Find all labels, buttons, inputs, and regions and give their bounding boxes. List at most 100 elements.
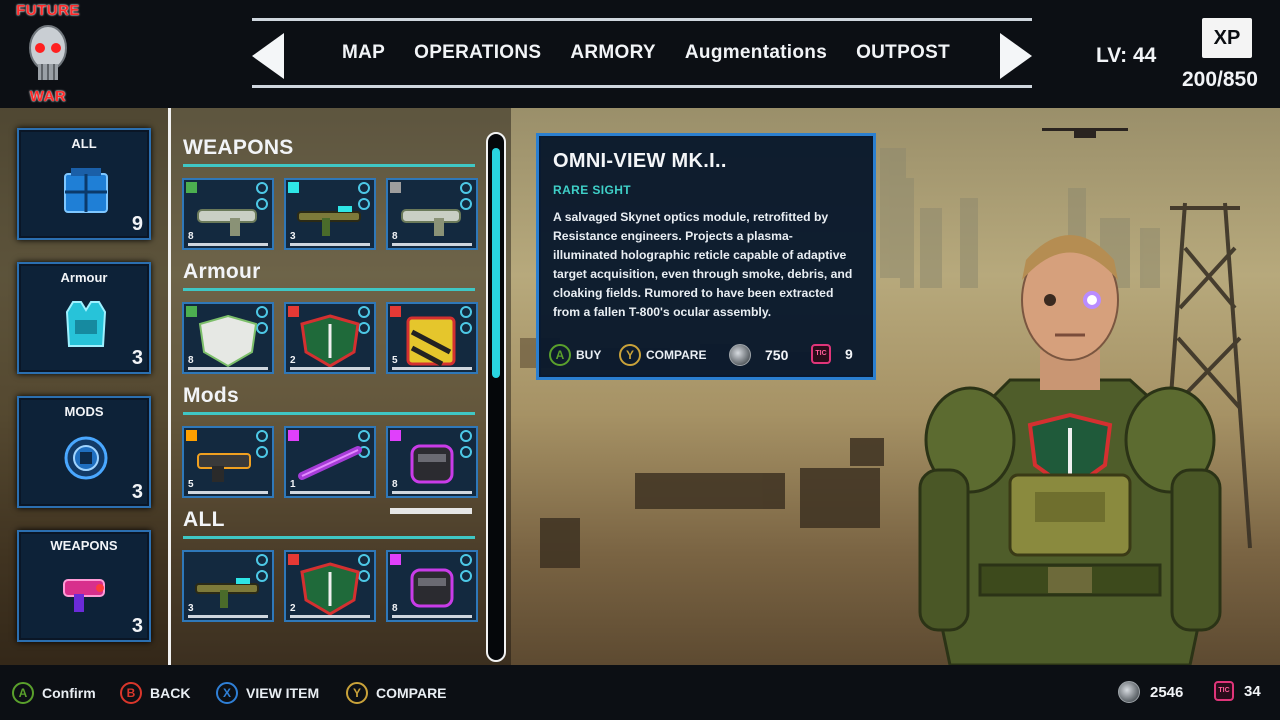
- rifle-icon: [195, 578, 259, 608]
- hint-confirm[interactable]: A Confirm: [12, 682, 96, 704]
- compare-button[interactable]: Y COMPARE: [619, 344, 706, 366]
- wallet-coins-value: 2546: [1150, 683, 1184, 701]
- coin-icon: [729, 344, 751, 366]
- selection-indicator: [390, 508, 472, 514]
- tic-icon: TIC: [1214, 681, 1234, 701]
- item-durability-bar: [188, 615, 268, 618]
- inventory-item[interactable]: 8: [386, 426, 478, 498]
- hint-compare[interactable]: Y COMPARE: [346, 682, 447, 704]
- nav-prev-button[interactable]: [252, 33, 288, 79]
- scrollbar-thumb[interactable]: [492, 148, 500, 378]
- item-detail-panel: OMNI-VIEW MK.I.. RARE SIGHT A salvaged S…: [536, 133, 876, 380]
- section-divider: [183, 412, 475, 415]
- hint-back[interactable]: B BACK: [120, 682, 190, 704]
- category-all[interactable]: ALL 9: [17, 128, 151, 240]
- item-durability-bar: [290, 491, 370, 494]
- inventory-item[interactable]: 3: [284, 178, 376, 250]
- price-coins-value: 750: [765, 347, 789, 363]
- inventory-item[interactable]: 8: [182, 178, 274, 250]
- skull-icon: [29, 25, 67, 80]
- inventory-scrollbar[interactable]: [486, 132, 506, 662]
- y-button-icon: Y: [619, 344, 641, 366]
- item-durability-bar: [290, 243, 370, 246]
- hint-view-item-label: VIEW ITEM: [246, 685, 320, 701]
- tic-icon: TIC: [811, 344, 831, 364]
- shotgun-icon: [401, 209, 461, 236]
- item-count: 5: [392, 355, 398, 366]
- price-tic-value: 9: [845, 346, 853, 362]
- tab-augmentations[interactable]: Augmentations: [685, 42, 827, 64]
- section-title-armour: Armour: [183, 260, 261, 283]
- category-count: 3: [131, 615, 143, 637]
- compare-label: COMPARE: [646, 348, 707, 362]
- inventory-item[interactable]: 8: [386, 178, 478, 250]
- arrow-left-icon: [252, 33, 284, 79]
- inventory-item[interactable]: 8: [182, 302, 274, 374]
- inventory-item[interactable]: 1: [284, 426, 376, 498]
- top-bar: FUTURE WAR MAP OPERATIONS ARMORY Augment…: [0, 0, 1280, 108]
- category-weapons[interactable]: WEAPONS 3: [17, 530, 151, 642]
- inventory-panel: WEAPONS Armour Mods ALL 8 3 8 8 2 5 5 1 8 3 2 8: [171, 108, 511, 665]
- section-title-weapons: WEAPONS: [183, 136, 294, 159]
- hint-back-label: BACK: [150, 685, 191, 701]
- section-title-all: ALL: [183, 508, 225, 531]
- nav-next-button[interactable]: [996, 33, 1032, 79]
- tab-map[interactable]: MAP: [342, 42, 385, 64]
- section-divider: [183, 288, 475, 291]
- item-count: 5: [188, 479, 194, 490]
- buy-button[interactable]: A BUY: [549, 344, 601, 366]
- a-button-icon: A: [12, 682, 34, 704]
- hint-view-item[interactable]: X VIEW ITEM: [216, 682, 319, 704]
- item-durability-bar: [290, 615, 370, 618]
- soldier-character: [918, 235, 1222, 665]
- item-durability-bar: [392, 243, 472, 246]
- shotgun-icon: [197, 209, 257, 236]
- category-armour[interactable]: Armour 3: [17, 262, 151, 374]
- arrow-right-icon: [1000, 33, 1032, 79]
- item-rarity: RARE SIGHT: [553, 183, 632, 197]
- tab-operations[interactable]: OPERATIONS: [414, 42, 541, 64]
- inventory-item[interactable]: 2: [284, 302, 376, 374]
- item-durability-bar: [188, 367, 268, 370]
- inventory-item[interactable]: 8: [386, 550, 478, 622]
- tab-outpost[interactable]: OUTPOST: [856, 42, 950, 64]
- wallet-tic: TIC 34: [1214, 681, 1261, 701]
- wallet-tic-value: 34: [1244, 682, 1261, 700]
- section-divider: [183, 536, 475, 539]
- item-actions: A BUY Y COMPARE 750 TIC 9: [549, 344, 869, 370]
- inventory-item[interactable]: 5: [386, 302, 478, 374]
- category-label: ALL: [71, 136, 97, 151]
- item-count: 8: [188, 355, 194, 366]
- tab-armory[interactable]: ARMORY: [570, 42, 656, 64]
- item-durability-bar: [392, 367, 472, 370]
- inventory-item[interactable]: 5: [182, 426, 274, 498]
- scope-mod-icon: [410, 444, 454, 484]
- item-count: 3: [188, 603, 194, 614]
- item-durability-bar: [290, 367, 370, 370]
- category-label: Armour: [60, 270, 108, 285]
- x-button-icon: X: [216, 682, 238, 704]
- item-count: 2: [290, 603, 296, 614]
- category-label: MODS: [64, 404, 104, 419]
- hint-compare-label: COMPARE: [376, 685, 447, 701]
- vest-icon: [65, 301, 107, 347]
- b-button-icon: B: [120, 682, 142, 704]
- category-column: ALL 9 Armour 3 MODS 3 WEAPONS 3: [0, 108, 168, 665]
- wallet-coins: 2546: [1118, 681, 1183, 703]
- price-tic: TIC 9: [811, 344, 853, 364]
- logo-line-2: WAR: [29, 88, 67, 105]
- category-mods[interactable]: MODS 3: [17, 396, 151, 508]
- hazard-shield-icon: [406, 316, 456, 367]
- item-count: 3: [290, 231, 296, 242]
- item-count: 8: [188, 231, 194, 242]
- blaster-icon: [63, 579, 105, 612]
- hint-confirm-label: Confirm: [42, 685, 96, 701]
- item-count: 8: [392, 231, 398, 242]
- item-name: OMNI-VIEW MK.I..: [553, 150, 727, 172]
- buy-label: BUY: [576, 348, 602, 362]
- item-count: 8: [392, 603, 398, 614]
- scope-mod-icon: [410, 568, 454, 608]
- inventory-item[interactable]: 2: [284, 550, 376, 622]
- crate-icon: [64, 168, 108, 213]
- inventory-item[interactable]: 3: [182, 550, 274, 622]
